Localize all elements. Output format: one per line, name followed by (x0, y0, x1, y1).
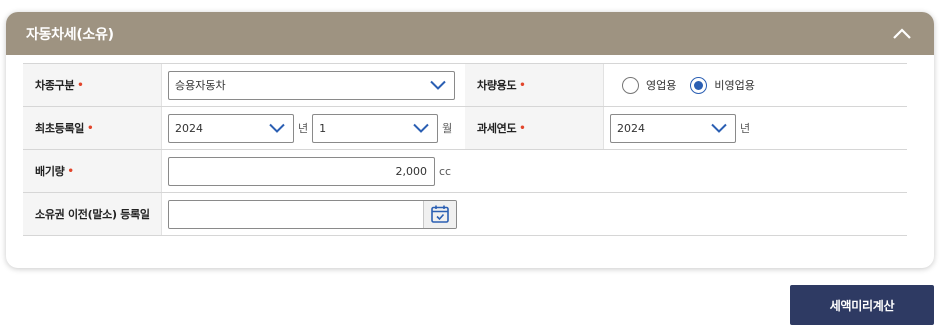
form-row-displacement: 배기량• cc (23, 150, 907, 193)
calculate-tax-button[interactable]: 세액미리계산 (790, 285, 934, 325)
transfer-date-input[interactable] (169, 200, 423, 228)
vehicle-type-label: 차종구분 • (23, 64, 162, 106)
displacement-label: 배기량 • (23, 150, 162, 192)
required-mark: • (519, 79, 526, 91)
panel-title: 자동차세(소유) (26, 26, 114, 43)
chevron-down-icon (413, 123, 429, 133)
registration-year-select[interactable]: 2024 (168, 113, 294, 143)
panel-header: 자동차세(소유) (6, 12, 934, 55)
form-row-vehicle: 차종구분 • 승용자동차 차량용도 • 영업용 비영업용 (23, 64, 907, 107)
calendar-button[interactable] (423, 200, 456, 228)
required-mark: • (87, 122, 94, 134)
transfer-date-field (168, 199, 457, 229)
transfer-date-label: 소유권 이전(말소) 등록일 (23, 193, 162, 235)
form-row-transfer: 소유권 이전(말소) 등록일 (23, 193, 907, 236)
tax-year-label: 과세연도 • (465, 107, 604, 149)
vehicle-type-select[interactable]: 승용자동차 (168, 70, 455, 100)
first-registration-label: 최초등록일 • (23, 107, 162, 149)
chevron-down-icon (711, 123, 727, 133)
radio-commercial[interactable]: 영업용 (622, 76, 676, 94)
vehicle-use-label: 차량용도 • (465, 64, 604, 106)
chevron-down-icon (430, 80, 446, 90)
tax-form: 차종구분 • 승용자동차 차량용도 • 영업용 비영업용 최초등록일 • 202… (23, 63, 907, 236)
collapse-button[interactable] (890, 22, 914, 46)
chevron-up-icon (893, 27, 911, 39)
displacement-unit: cc (439, 164, 452, 178)
tax-year-unit: 년 (740, 122, 751, 135)
required-mark: • (77, 79, 84, 91)
radio-non-commercial[interactable]: 비영업용 (690, 76, 755, 94)
required-mark: • (67, 165, 74, 177)
displacement-input[interactable] (168, 156, 435, 186)
calendar-icon (431, 205, 449, 223)
chevron-down-icon (269, 123, 285, 133)
year-unit: 년 (298, 122, 309, 135)
tax-year-select[interactable]: 2024 (610, 113, 736, 143)
vehicle-use-radio-group: 영업용 비영업용 (610, 76, 769, 94)
radio-button-non-commercial[interactable] (690, 76, 708, 94)
required-mark: • (519, 122, 526, 134)
registration-month-select[interactable]: 1 (312, 113, 439, 143)
month-unit: 월 (442, 122, 453, 135)
radio-button-commercial[interactable] (622, 76, 639, 94)
form-row-registration: 최초등록일 • 2024 년 1 월 과세연도 • 2024 년 (23, 107, 907, 150)
